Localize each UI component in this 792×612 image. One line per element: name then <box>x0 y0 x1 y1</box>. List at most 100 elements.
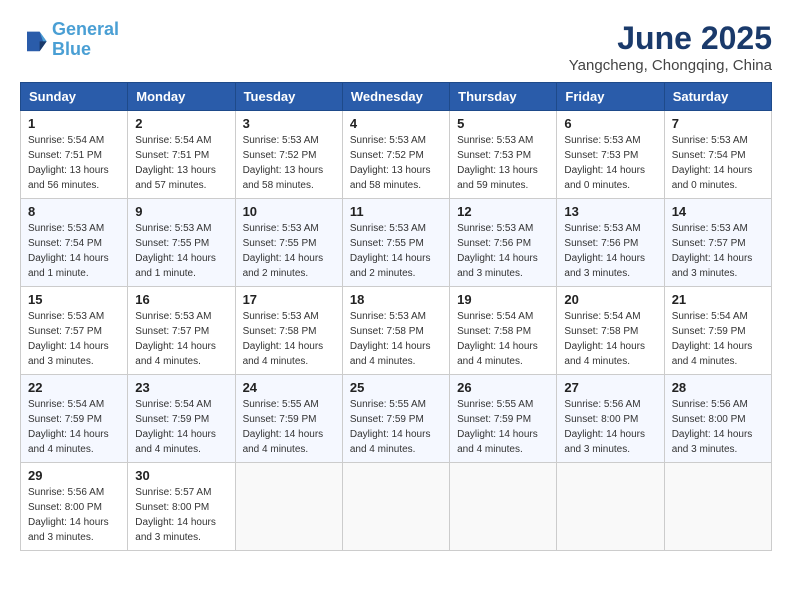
day-number: 28 <box>672 380 764 395</box>
calendar-cell: 9 Sunrise: 5:53 AMSunset: 7:55 PMDaylight… <box>128 199 235 287</box>
day-number: 23 <box>135 380 227 395</box>
day-info: Sunrise: 5:57 AMSunset: 8:00 PMDaylight:… <box>135 485 227 545</box>
day-info: Sunrise: 5:56 AMSunset: 8:00 PMDaylight:… <box>28 485 120 545</box>
day-info: Sunrise: 5:55 AMSunset: 7:59 PMDaylight:… <box>350 397 442 457</box>
day-number: 15 <box>28 292 120 307</box>
calendar-cell: 21Sunrise: 5:54 AMSunset: 7:59 PMDayligh… <box>664 287 771 375</box>
calendar-cell: 5 Sunrise: 5:53 AMSunset: 7:53 PMDaylight… <box>450 111 557 199</box>
calendar-cell: 25 Sunrise: 5:55 AMSunset: 7:59 PMDayligh… <box>342 375 449 463</box>
day-info: Sunrise: 5:55 AMSunset: 7:59 PMDaylight:… <box>457 397 549 457</box>
logo-line1: General <box>52 19 119 39</box>
day-number: 25 <box>350 380 442 395</box>
weekday-thursday: Thursday <box>450 83 557 111</box>
day-info: Sunrise: 5:54 AMSunset: 7:51 PMDaylight:… <box>28 133 120 193</box>
day-number: 12 <box>457 204 549 219</box>
day-number: 5 <box>457 116 549 131</box>
calendar-cell: 29Sunrise: 5:56 AMSunset: 8:00 PMDayligh… <box>21 463 128 551</box>
day-info: Sunrise: 5:56 AMSunset: 8:00 PMDaylight:… <box>672 397 764 457</box>
day-number: 22 <box>28 380 120 395</box>
weekday-sunday: Sunday <box>21 83 128 111</box>
logo-icon <box>20 26 48 54</box>
day-number: 27 <box>564 380 656 395</box>
calendar-cell: 10Sunrise: 5:53 AMSunset: 7:55 PMDayligh… <box>235 199 342 287</box>
day-info: Sunrise: 5:53 AMSunset: 7:54 PMDaylight:… <box>672 133 764 193</box>
calendar-cell: 18 Sunrise: 5:53 AMSunset: 7:58 PMDayligh… <box>342 287 449 375</box>
day-number: 2 <box>135 116 227 131</box>
calendar-cell: 7 Sunrise: 5:53 AMSunset: 7:54 PMDaylight… <box>664 111 771 199</box>
calendar-cell: 17Sunrise: 5:53 AMSunset: 7:58 PMDayligh… <box>235 287 342 375</box>
weekday-header-row: SundayMondayTuesdayWednesdayThursdayFrid… <box>21 83 772 111</box>
logo-text: General Blue <box>52 20 119 60</box>
day-number: 16 <box>135 292 227 307</box>
calendar-cell: 24 Sunrise: 5:55 AMSunset: 7:59 PMDayligh… <box>235 375 342 463</box>
day-info: Sunrise: 5:53 AMSunset: 7:58 PMDaylight:… <box>350 309 442 369</box>
calendar-cell: 30 Sunrise: 5:57 AMSunset: 8:00 PMDayligh… <box>128 463 235 551</box>
calendar-cell: 12 Sunrise: 5:53 AMSunset: 7:56 PMDayligh… <box>450 199 557 287</box>
day-number: 11 <box>350 204 442 219</box>
day-info: Sunrise: 5:53 AMSunset: 7:55 PMDaylight:… <box>243 221 335 281</box>
calendar-cell: 28 Sunrise: 5:56 AMSunset: 8:00 PMDayligh… <box>664 375 771 463</box>
calendar-cell: 1 Sunrise: 5:54 AMSunset: 7:51 PMDaylight… <box>21 111 128 199</box>
day-info: Sunrise: 5:53 AMSunset: 7:54 PMDaylight:… <box>28 221 120 281</box>
day-number: 1 <box>28 116 120 131</box>
day-number: 24 <box>243 380 335 395</box>
day-info: Sunrise: 5:53 AMSunset: 7:56 PMDaylight:… <box>457 221 549 281</box>
calendar-cell: 8 Sunrise: 5:53 AMSunset: 7:54 PMDaylight… <box>21 199 128 287</box>
day-number: 14 <box>672 204 764 219</box>
day-number: 4 <box>350 116 442 131</box>
calendar-cell: 27Sunrise: 5:56 AMSunset: 8:00 PMDayligh… <box>557 375 664 463</box>
calendar-cell <box>450 463 557 551</box>
week-row-5: 29Sunrise: 5:56 AMSunset: 8:00 PMDayligh… <box>21 463 772 551</box>
day-number: 30 <box>135 468 227 483</box>
week-row-1: 1 Sunrise: 5:54 AMSunset: 7:51 PMDaylight… <box>21 111 772 199</box>
day-info: Sunrise: 5:53 AMSunset: 7:57 PMDaylight:… <box>28 309 120 369</box>
day-number: 9 <box>135 204 227 219</box>
calendar-cell: 26 Sunrise: 5:55 AMSunset: 7:59 PMDayligh… <box>450 375 557 463</box>
weekday-monday: Monday <box>128 83 235 111</box>
calendar-cell: 14 Sunrise: 5:53 AMSunset: 7:57 PMDayligh… <box>664 199 771 287</box>
calendar-cell <box>557 463 664 551</box>
day-info: Sunrise: 5:54 AMSunset: 7:59 PMDaylight:… <box>135 397 227 457</box>
calendar-cell: 16 Sunrise: 5:53 AMSunset: 7:57 PMDayligh… <box>128 287 235 375</box>
day-info: Sunrise: 5:53 AMSunset: 7:56 PMDaylight:… <box>564 221 656 281</box>
day-number: 13 <box>564 204 656 219</box>
day-info: Sunrise: 5:53 AMSunset: 7:52 PMDaylight:… <box>243 133 335 193</box>
calendar-cell: 2 Sunrise: 5:54 AMSunset: 7:51 PMDaylight… <box>128 111 235 199</box>
calendar-body: 1 Sunrise: 5:54 AMSunset: 7:51 PMDaylight… <box>21 111 772 551</box>
day-info: Sunrise: 5:54 AMSunset: 7:58 PMDaylight:… <box>457 309 549 369</box>
day-info: Sunrise: 5:53 AMSunset: 7:57 PMDaylight:… <box>135 309 227 369</box>
day-number: 21 <box>672 292 764 307</box>
day-number: 17 <box>243 292 335 307</box>
day-number: 6 <box>564 116 656 131</box>
logo: General Blue <box>20 20 119 60</box>
logo-line2: Blue <box>52 39 91 59</box>
calendar-cell: 11 Sunrise: 5:53 AMSunset: 7:55 PMDayligh… <box>342 199 449 287</box>
week-row-4: 22 Sunrise: 5:54 AMSunset: 7:59 PMDayligh… <box>21 375 772 463</box>
week-row-2: 8 Sunrise: 5:53 AMSunset: 7:54 PMDaylight… <box>21 199 772 287</box>
day-number: 19 <box>457 292 549 307</box>
day-info: Sunrise: 5:54 AMSunset: 7:51 PMDaylight:… <box>135 133 227 193</box>
calendar-table: SundayMondayTuesdayWednesdayThursdayFrid… <box>20 82 772 551</box>
day-number: 26 <box>457 380 549 395</box>
day-info: Sunrise: 5:53 AMSunset: 7:57 PMDaylight:… <box>672 221 764 281</box>
weekday-saturday: Saturday <box>664 83 771 111</box>
calendar-cell: 19 Sunrise: 5:54 AMSunset: 7:58 PMDayligh… <box>450 287 557 375</box>
day-info: Sunrise: 5:53 AMSunset: 7:55 PMDaylight:… <box>135 221 227 281</box>
day-info: Sunrise: 5:54 AMSunset: 7:58 PMDaylight:… <box>564 309 656 369</box>
day-number: 7 <box>672 116 764 131</box>
calendar-cell <box>235 463 342 551</box>
day-info: Sunrise: 5:53 AMSunset: 7:55 PMDaylight:… <box>350 221 442 281</box>
day-info: Sunrise: 5:53 AMSunset: 7:53 PMDaylight:… <box>564 133 656 193</box>
title-block: June 2025 Yangcheng, Chongqing, China <box>569 20 772 74</box>
calendar-cell <box>664 463 771 551</box>
day-number: 8 <box>28 204 120 219</box>
day-number: 18 <box>350 292 442 307</box>
calendar-cell: 3Sunrise: 5:53 AMSunset: 7:52 PMDaylight… <box>235 111 342 199</box>
day-info: Sunrise: 5:55 AMSunset: 7:59 PMDaylight:… <box>243 397 335 457</box>
calendar-subtitle: Yangcheng, Chongqing, China <box>569 57 772 74</box>
day-info: Sunrise: 5:53 AMSunset: 7:52 PMDaylight:… <box>350 133 442 193</box>
week-row-3: 15 Sunrise: 5:53 AMSunset: 7:57 PMDayligh… <box>21 287 772 375</box>
day-info: Sunrise: 5:53 AMSunset: 7:53 PMDaylight:… <box>457 133 549 193</box>
weekday-wednesday: Wednesday <box>342 83 449 111</box>
day-number: 20 <box>564 292 656 307</box>
